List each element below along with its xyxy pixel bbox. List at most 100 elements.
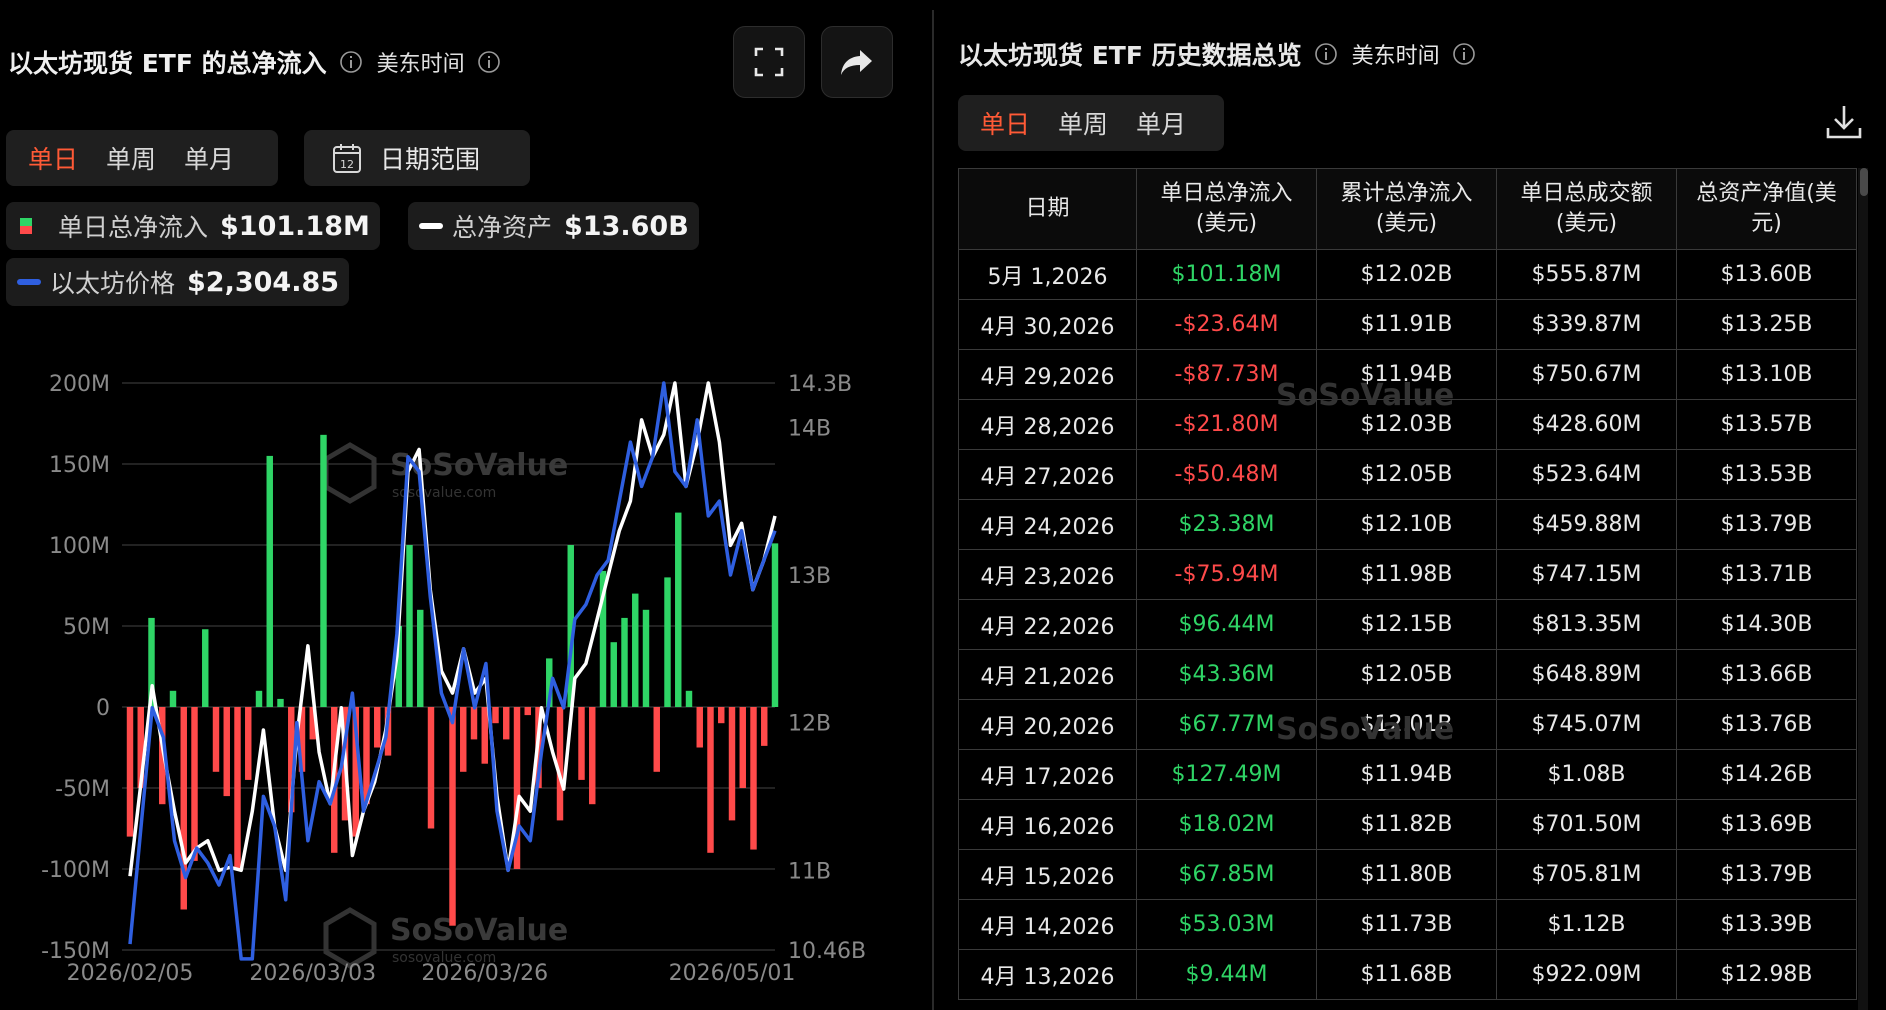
inflow-bar [524,707,531,716]
table-cell: $67.85M [1136,849,1317,900]
timezone-info-icon[interactable] [477,50,501,74]
tab-daily[interactable]: 单日 [14,140,92,176]
table-cell: $11.91B [1316,299,1497,350]
inflow-bar [621,617,628,707]
legend-total-assets-value: $13.60B [564,210,689,242]
info-icon[interactable] [339,50,363,74]
inflow-bar [739,707,746,788]
table-scrollbar[interactable] [1858,168,1868,1010]
table-cell: $12.05B [1316,649,1497,700]
inflow-bars [126,434,779,926]
legend-total-assets-label: 总净资产 [452,213,553,242]
table-row[interactable]: 4月 22,2026 $96.44M $12.15B $813.35M $14.30B [958,599,1857,650]
chart-watermark: SoSoValue [390,913,568,948]
table-row[interactable]: 4月 30,2026 -$23.64M $11.91B $339.87M $13.25B [958,299,1857,350]
legend-eth-price[interactable]: 以太坊价格 $2,304.85 [6,258,350,306]
info-icon[interactable] [1314,42,1338,66]
inflow-bar [245,707,252,780]
date-range-label: 日期范围 [380,145,481,174]
table-cell: $745.07M [1496,699,1677,750]
table-cell: $1.12B [1496,899,1677,950]
table-cell: $12.10B [1316,499,1497,550]
table-cell: $13.25B [1676,299,1857,350]
history-period-tabs: 单日 单周 单月 [958,95,1224,151]
column-header[interactable]: 总资产净值(美 元) [1676,168,1857,250]
tab-monthly[interactable]: 单月 [170,140,248,176]
left-tick-label: -50M [55,777,110,802]
table-cell: 4月 13,2026 [958,949,1137,1000]
legend-eth-price-value: $2,304.85 [187,266,340,298]
inflow-bar [212,707,220,772]
inflow-bar [578,707,585,780]
legend-net-inflow-value: $101.18M [220,210,370,242]
column-header[interactable]: 累计总净流入 (美元) [1316,168,1497,250]
table-cell: 4月 17,2026 [958,749,1137,800]
inflow-bar [191,707,198,861]
table-cell: $747.15M [1496,549,1677,600]
table-cell: $23.38M [1136,499,1317,550]
column-header[interactable]: 单日总成交额 (美元) [1496,168,1677,250]
table-cell: $13.79B [1676,499,1857,550]
history-tab-weekly[interactable]: 单周 [1044,105,1122,141]
download-icon[interactable] [1824,102,1864,142]
table-cell: -$50.48M [1136,449,1317,500]
left-tick-label: 200M [49,372,110,397]
period-tabs: 单日 单周 单月 [6,130,278,186]
inflow-bar [610,642,617,707]
table-cell: $13.69B [1676,799,1857,850]
history-panel: 以太坊现货 ETF 历史数据总览 美东时间 单日 单周 单月 日期 单日总净流入(… [958,0,1886,1010]
date-range-button[interactable]: 12 日期范围 [304,130,530,186]
legend-total-assets[interactable]: 总净资产 $13.60B [408,202,699,250]
inflow-bar [223,707,230,797]
table-scroll-thumb[interactable] [1860,168,1868,196]
table-row[interactable]: 4月 15,2026 $67.85M $11.80B $705.81M $13.79B [958,849,1857,900]
table-row[interactable]: 5月 1,2026 $101.18M $12.02B $555.87M $13.60B [958,249,1857,300]
table-row[interactable]: 4月 17,2026 $127.49M $11.94B $1.08B $14.26B [958,749,1857,800]
inflow-bar [417,609,424,707]
table-cell: $12.98B [1676,949,1857,1000]
table-row[interactable]: 4月 21,2026 $43.36M $12.05B $648.89M $13.66B [958,649,1857,700]
table-row[interactable]: 4月 23,2026 -$75.94M $11.98B $747.15M $13.71B [958,549,1857,600]
table-cell: 4月 22,2026 [958,599,1137,650]
column-header[interactable]: 日期 [958,168,1137,250]
table-cell: $11.94B [1316,749,1497,800]
history-tab-monthly[interactable]: 单月 [1122,105,1200,141]
table-cell: $13.10B [1676,349,1857,400]
table-row[interactable]: 4月 13,2026 $9.44M $11.68B $922.09M $12.98B [958,949,1857,1000]
table-watermark: SoSoValue [1276,712,1455,747]
right-tick-label: 12B [788,712,831,737]
inflow-bar [255,690,263,707]
inflow-bar [632,593,639,707]
timezone-info-icon[interactable] [1452,42,1476,66]
table-cell: $922.09M [1496,949,1677,1000]
table-header-row: 日期 单日总净流入 (美元) 累计总净流入 (美元) 单日总成交额 (美元) 总资产净值(美元… [958,168,1857,250]
x-tick-label: 2026/03/03 [249,961,376,986]
inflow-bar [718,707,725,724]
table-cell: 4月 29,2026 [958,349,1137,400]
column-header[interactable]: 单日总净流入 (美元) [1136,168,1317,250]
table-row[interactable]: 4月 14,2026 $53.03M $11.73B $1.12B $13.39B [958,899,1857,950]
share-icon [841,50,872,75]
history-tab-daily[interactable]: 单日 [966,105,1044,141]
table-cell: $11.68B [1316,949,1497,1000]
tab-weekly[interactable]: 单周 [92,140,170,176]
inflow-bar [202,629,209,707]
table-cell: $11.73B [1316,899,1497,950]
x-tick-label: 2026/02/05 [67,961,194,986]
table-cell: 4月 20,2026 [958,699,1137,750]
table-row[interactable]: 4月 16,2026 $18.02M $11.82B $701.50M $13.69B [958,799,1857,850]
legend-net-inflow-label: 单日总净流入 [58,213,209,242]
table-cell: $12.02B [1316,249,1497,300]
net-inflow-chart[interactable]: SoSoValuesosovalue.comSoSoValuesosovalue… [0,340,930,1010]
table-row[interactable]: 4月 27,2026 -$50.48M $12.05B $523.64M $13.53B [958,449,1857,500]
right-tick-label: 14B [788,416,831,441]
table-cell: $9.44M [1136,949,1317,1000]
share-button[interactable] [821,26,893,98]
fullscreen-button[interactable] [733,26,805,98]
price-legend-icon [17,279,41,285]
table-cell: $13.79B [1676,849,1857,900]
legend-net-inflow[interactable]: 单日总净流入 $101.18M [6,202,380,250]
table-row[interactable]: 4月 24,2026 $23.38M $12.10B $459.88M $13.79B [958,499,1857,550]
table-cell: $14.26B [1676,749,1857,800]
table-cell: -$23.64M [1136,299,1317,350]
